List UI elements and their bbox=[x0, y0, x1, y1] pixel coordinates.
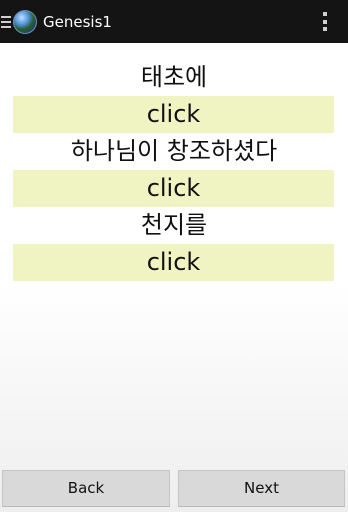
drawer-indicator-icon[interactable] bbox=[1, 15, 11, 28]
app-title: Genesis1 bbox=[43, 12, 112, 31]
word-text-1: 태초에 bbox=[140, 63, 208, 91]
action-bar: Genesis1 bbox=[0, 0, 348, 43]
verse-content: 태초에 click 하나님이 창조하셨다 click 천지를 click bbox=[0, 59, 348, 281]
back-button[interactable]: Back bbox=[2, 470, 170, 507]
word-text-3: 천지를 bbox=[140, 211, 208, 239]
word-text-2: 하나님이 창조하셨다 bbox=[70, 137, 278, 165]
bottom-navigation: Back Next bbox=[0, 470, 348, 508]
click-box-2[interactable]: click bbox=[13, 170, 334, 207]
next-button[interactable]: Next bbox=[178, 470, 345, 507]
click-box-1[interactable]: click bbox=[13, 96, 334, 133]
earth-globe-icon[interactable] bbox=[13, 9, 37, 34]
click-box-3[interactable]: click bbox=[13, 244, 334, 281]
overflow-menu-icon[interactable] bbox=[323, 12, 327, 31]
